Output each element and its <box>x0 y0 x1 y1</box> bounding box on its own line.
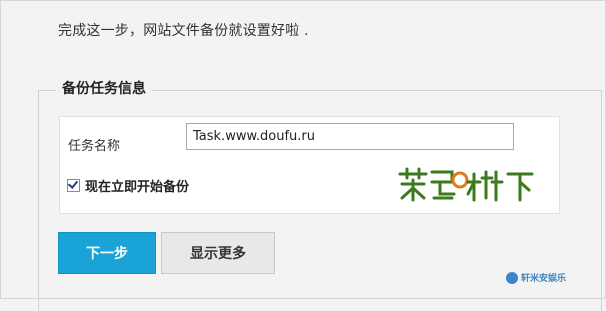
checkmark-icon <box>67 178 79 189</box>
start-now-option[interactable]: 现在立即开始备份 <box>67 176 189 195</box>
section-legend: 备份任务信息 <box>56 78 152 98</box>
show-more-button[interactable]: 显示更多 <box>161 232 275 274</box>
next-button[interactable]: 下一步 <box>58 232 156 274</box>
watermark-text: 轩米安娱乐 <box>521 274 567 284</box>
start-now-checkbox[interactable] <box>67 178 80 192</box>
cainiao-logo <box>398 167 534 202</box>
task-name-label: 任务名称 <box>68 139 121 154</box>
site-watermark: 轩米安娱乐 <box>506 271 566 284</box>
intro-text: 完成这一步，网站文件备份就设置好啦 . <box>58 23 309 39</box>
start-now-label[interactable]: 现在立即开始备份 <box>85 176 189 195</box>
task-name-input[interactable] <box>186 123 514 150</box>
watermark-icon <box>506 271 518 284</box>
